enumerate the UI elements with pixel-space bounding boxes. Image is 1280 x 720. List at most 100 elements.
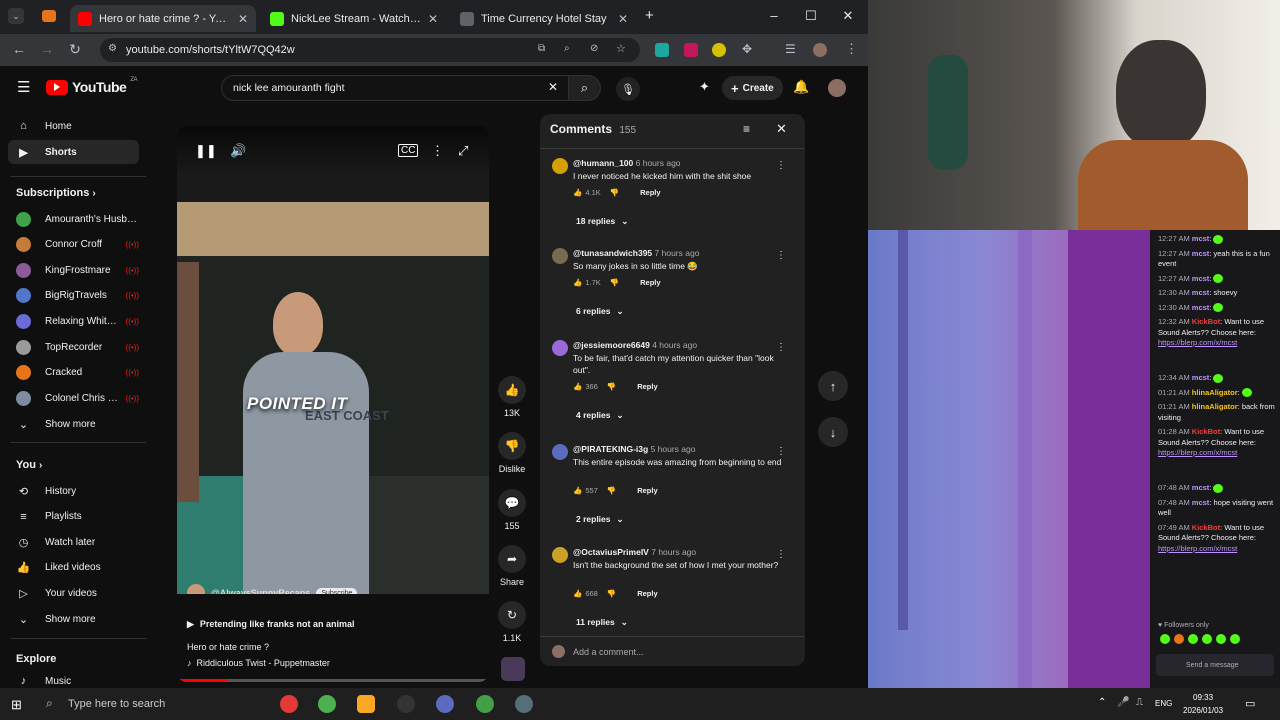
previous-short-button[interactable]: ↑ [818,371,848,401]
thumbs-up-icon[interactable]: 👍 [573,486,582,495]
app-icon[interactable] [515,695,533,713]
sound-row[interactable]: ♪ Riddiculous Twist - Puppetmaster [187,658,330,668]
captions-icon[interactable]: CC [398,144,419,157]
view-replies-button[interactable]: 18 replies ⌄ [576,216,628,227]
sidebar-item-shorts[interactable]: ▶ Shorts [8,140,139,164]
chat-username[interactable]: mcst [1192,288,1210,297]
like-button[interactable]: 👍 13K [498,376,526,418]
minimize-button[interactable]: – [764,8,784,23]
commenter-avatar[interactable] [552,248,568,264]
remix-button[interactable]: ↻ 1.1K [498,601,526,643]
extensions-puzzle-icon[interactable]: ✥ [742,42,752,56]
reply-button[interactable]: Reply [637,486,657,495]
thumbs-down-icon[interactable]: 👎 [610,278,619,287]
short-video-player[interactable]: EAST COAST ❚❚ 🔊 CC ⋮ ⤢ POINTED IT @Alway… [177,126,489,682]
new-tab-button[interactable]: + [645,7,654,24]
view-replies-button[interactable]: 2 replies ⌄ [576,514,624,525]
emote-icon[interactable] [1174,634,1184,644]
reading-list-icon[interactable]: ☰ [785,42,796,56]
you-header[interactable]: You › [16,459,42,471]
chat-username[interactable]: hlinaAligator [1192,388,1238,397]
commenter-avatar[interactable] [552,444,568,460]
progress-bar[interactable] [177,679,489,682]
notifications-bell-icon[interactable]: 🔔 [793,79,809,95]
thumbs-down-icon[interactable]: 👎 [607,486,616,495]
forward-button[interactable]: → [38,41,56,57]
sidebar-item-history[interactable]: ⟲ History [8,479,139,503]
reply-button[interactable]: Reply [637,589,657,598]
close-tab-icon[interactable]: ✕ [232,12,248,26]
extension-icon-2[interactable] [684,43,698,57]
commenter-avatar[interactable] [552,340,568,356]
thumbs-up-icon[interactable]: 👍 [573,188,582,197]
sidebar-subscription[interactable]: TopRecorder ((•)) [8,335,139,359]
search-button[interactable]: ⌕ [569,75,601,101]
profile-avatar[interactable] [813,43,827,57]
chat-username[interactable]: mcst [1192,303,1210,312]
gemini-icon[interactable]: ✦ [699,79,710,95]
dislike-button[interactable]: 👎 Dislike [498,432,526,474]
sidebar-subscription[interactable]: Colonel Chris Wy... ((•)) [8,386,139,410]
chat-username[interactable]: KickBot [1192,523,1220,532]
sidebar-subscription[interactable]: Cracked ((•)) [8,361,139,385]
browser-tab[interactable]: Time Currency Hotel Stay ✕ [452,5,636,32]
close-tab-icon[interactable]: ✕ [422,12,438,26]
copilot-icon[interactable] [280,695,298,713]
sidebar-subscription[interactable]: Relaxing White N...((•)) [8,309,139,333]
emote-icon[interactable] [1216,634,1226,644]
comment-menu-icon[interactable]: ⋮ [776,342,786,353]
taskbar-search[interactable]: ⌕ Type here to search [36,690,276,718]
chat-input[interactable]: Send a message [1156,654,1274,676]
chat-username[interactable]: mcst [1192,373,1210,382]
tray-mic-icon[interactable]: 🎤 [1117,697,1129,708]
sidebar-item-watch-later[interactable]: ◷ Watch later [8,530,139,554]
comments-button[interactable]: 💬 155 [498,489,526,531]
app-icon[interactable] [436,695,454,713]
file-explorer-icon[interactable] [357,695,375,713]
language-indicator[interactable]: ENG [1155,699,1172,708]
emote-icon[interactable] [1202,634,1212,644]
comment-menu-icon[interactable]: ⋮ [776,250,786,261]
comment-menu-icon[interactable]: ⋮ [776,446,786,457]
zoom-icon[interactable]: ⌕ [564,43,570,54]
chat-username[interactable]: mcst [1192,483,1210,492]
site-info-icon[interactable]: ⚙ [108,43,117,54]
chat-username[interactable]: mcst [1192,498,1210,507]
show-more-you[interactable]: ⌄ Show more [8,607,139,631]
commenter-avatar[interactable] [552,158,568,174]
emote-icon[interactable] [1160,634,1170,644]
chat-link[interactable]: https://blerp.com/x/mcst [1158,544,1237,553]
sort-icon[interactable]: ≡ [743,122,750,136]
thumbs-down-icon[interactable]: 👎 [607,589,616,598]
notifications-icon[interactable]: ▭ [1245,697,1255,710]
sound-thumbnail[interactable] [501,657,525,681]
bookmark-star-icon[interactable]: ☆ [616,42,626,55]
sidebar-subscription[interactable]: KingFrostmare ((•)) [8,258,139,282]
chat-link[interactable]: https://blerp.com/x/mcst [1158,338,1237,347]
hamburger-menu-icon[interactable]: ☰ [17,78,30,96]
sidebar-item-playlists[interactable]: ≡ Playlists [8,505,139,529]
emote-icon[interactable] [1230,634,1240,644]
windows-start-icon[interactable]: ⊞ [11,697,22,713]
comment-handle[interactable]: @jessiemoore6649 [573,340,650,350]
reply-button[interactable]: Reply [640,188,660,197]
chat-username[interactable]: KickBot [1192,427,1220,436]
pause-icon[interactable]: ❚❚ [195,143,217,159]
create-button[interactable]: + Create [722,76,783,100]
sidebar-subscription[interactable]: BigRigTravels ((•)) [8,284,139,308]
comment-handle[interactable]: @humann_100 [573,158,633,168]
search-input[interactable]: nick lee amouranth fight ✕ [221,75,569,101]
share-button[interactable]: ➦ Share [498,545,526,587]
thumbs-up-icon[interactable]: 👍 [573,382,582,391]
address-bar[interactable]: ⚙ youtube.com/shorts/tYltW7QQ42w ⧉ ⌕ ⊘ ☆ [100,38,640,62]
comment-handle[interactable]: @tunasandwich395 [573,248,652,258]
fullscreen-icon[interactable]: ⤢ [458,143,468,159]
browser-menu-icon[interactable]: ⋮ [845,41,858,57]
commenter-avatar[interactable] [552,547,568,563]
obs-icon[interactable] [397,695,415,713]
thumbs-down-icon[interactable]: 👎 [607,382,616,391]
comment-menu-icon[interactable]: ⋮ [776,160,786,171]
close-comments-icon[interactable]: ✕ [776,121,787,137]
clock[interactable]: 09:33 2026/01/03 [1183,691,1223,717]
thumbs-down-icon[interactable]: 👎 [610,188,619,197]
